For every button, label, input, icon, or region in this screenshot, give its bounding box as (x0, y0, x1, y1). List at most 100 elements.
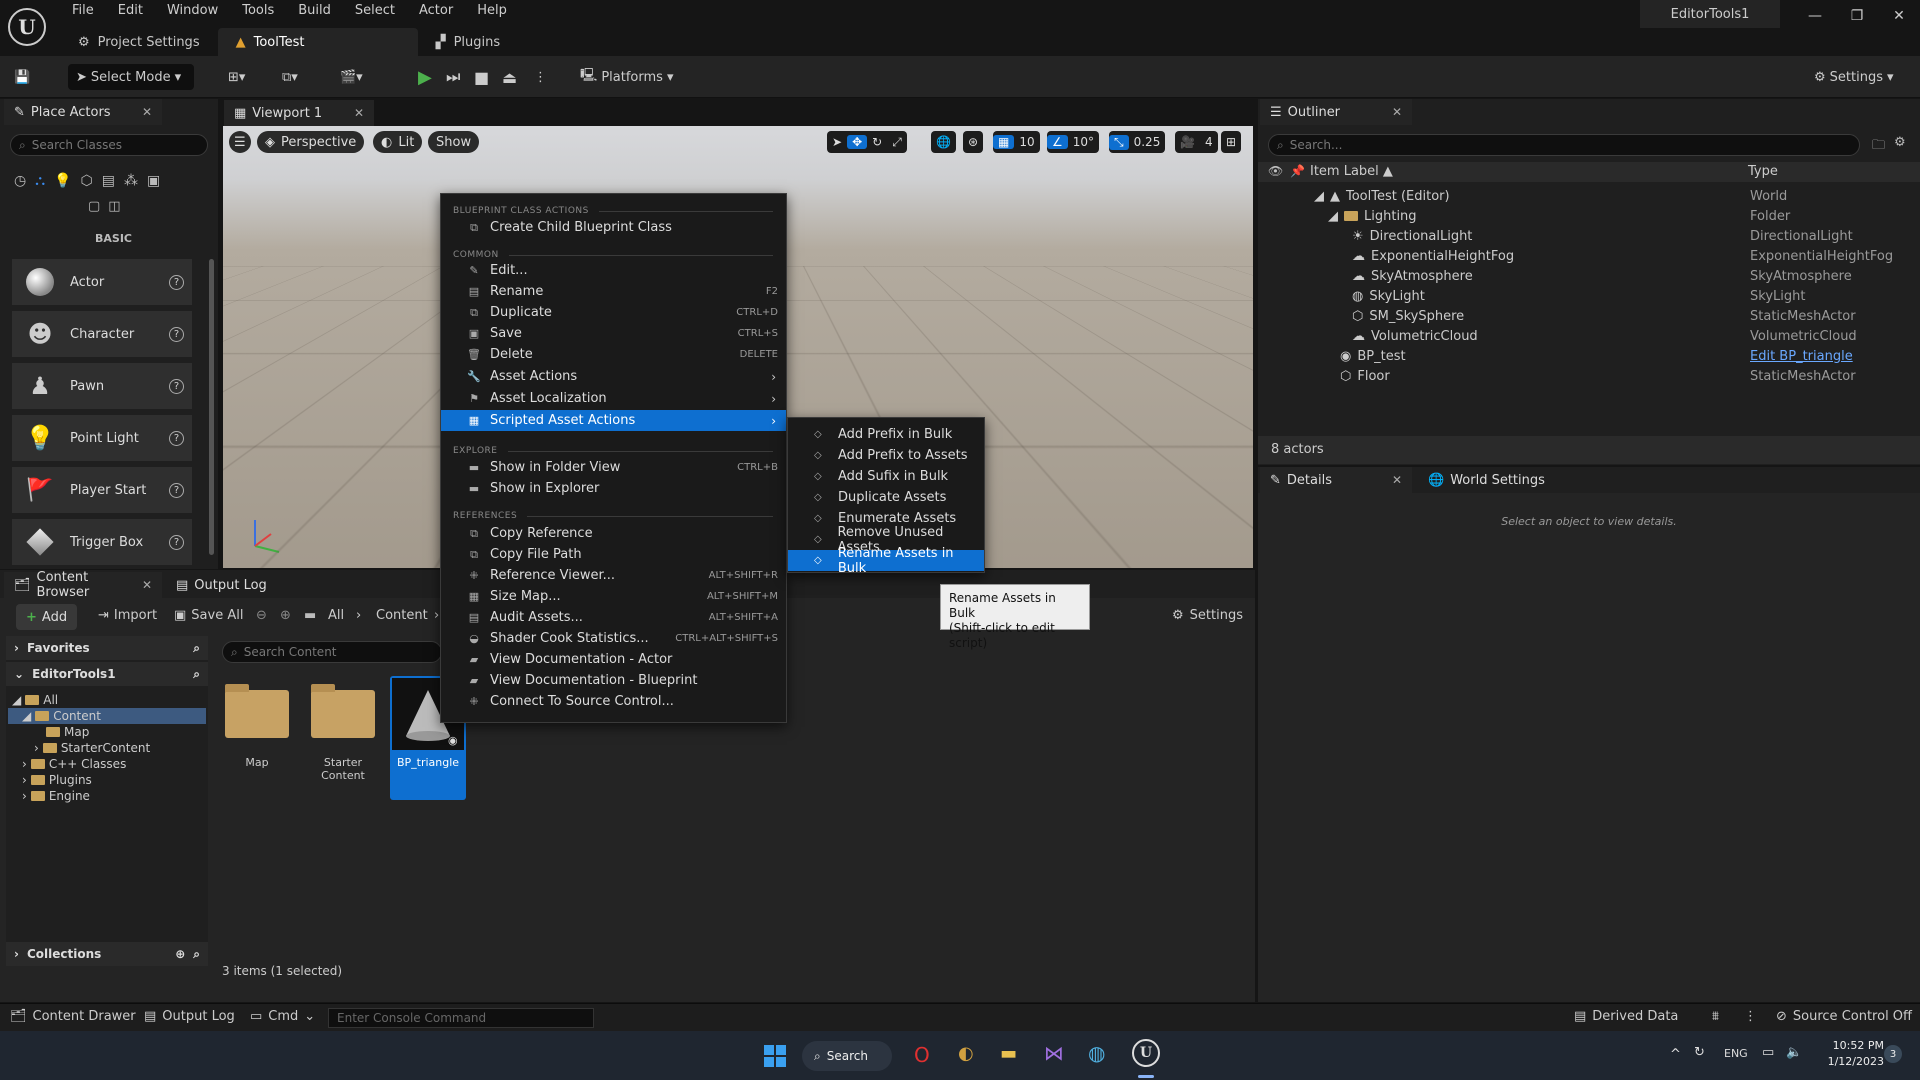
menu-file[interactable]: File (60, 0, 106, 24)
menu-build[interactable]: Build (286, 0, 343, 24)
visual-effects-icon[interactable]: ▤ (102, 173, 115, 189)
menu-item-show-in-folder-view[interactable]: ▬ Show in Folder View CTRL+B (441, 457, 786, 478)
gear-icon[interactable]: ⚙ (1894, 135, 1906, 150)
tab-content-browser[interactable]: 🗂 Content Browser ✕ (4, 570, 162, 600)
tree-map[interactable]: Map (46, 724, 89, 740)
close-icon[interactable]: ✕ (142, 105, 152, 119)
coordinate-space-icon[interactable]: 🌐 (931, 131, 956, 153)
menu-item-create-child-blueprint[interactable]: ⧉ Create Child Blueprint Class (441, 217, 786, 238)
add-folder-icon[interactable]: 🗀 (1872, 136, 1885, 158)
menu-tools[interactable]: Tools (230, 0, 286, 24)
search-classes-input[interactable]: ⌕ Search Classes (10, 134, 208, 156)
save-all-button[interactable]: ▣ Save All (174, 608, 243, 623)
breadcrumb-all[interactable]: All (328, 608, 344, 623)
platforms-dropdown[interactable]: 🖳 Platforms ▾ (580, 64, 673, 90)
submenu-add-prefix-in-bulk[interactable]: ◇ Add Prefix in Bulk (788, 424, 984, 445)
tab-plugins[interactable]: ▞ Plugins (418, 28, 519, 56)
revision-control-icon[interactable]: ⩩ (1712, 1009, 1719, 1024)
search-content-input[interactable]: ⌕ Search Content (222, 641, 442, 663)
menu-item-audit-assets[interactable]: ▤ Audit Assets... ALT+SHIFT+A (441, 607, 786, 628)
actor-item-player-start[interactable]: 🚩 Player Start ? (12, 467, 192, 513)
eject-icon[interactable]: ⏏ (502, 64, 517, 90)
forward-icon[interactable]: ⊕ (280, 608, 291, 623)
select-mode-dropdown[interactable]: ➤ Select Mode ▾ (68, 64, 194, 90)
menu-item-shader-cook-statistics[interactable]: ◒ Shader Cook Statistics... CTRL+ALT+SHIFT… (441, 628, 786, 649)
breadcrumb-content[interactable]: Content (376, 608, 428, 623)
grid-snap[interactable]: ▦ 10 (993, 131, 1040, 153)
tab-details[interactable]: ✎ Details ✕ (1260, 467, 1412, 493)
more-options-icon[interactable]: ⋮ (534, 64, 547, 90)
add-button[interactable]: + Add (16, 604, 78, 630)
blueprint-icon[interactable]: ⧉▾ (282, 64, 298, 90)
taskbar-search-button[interactable]: ⌕ Search (802, 1041, 892, 1071)
outliner-row[interactable]: ⬡ Floor StaticMeshActor (1260, 366, 1915, 386)
content-drawer-button[interactable]: 🗂 Content Drawer (10, 1009, 136, 1024)
eye-icon[interactable]: 👁 (1268, 164, 1283, 178)
menu-item-scripted-asset-actions[interactable]: ▦ Scripted Asset Actions › (441, 410, 786, 431)
app-icon[interactable]: ◐ (958, 1043, 974, 1064)
tree-engine[interactable]: › Engine (22, 788, 90, 804)
actor-item-character[interactable]: ☻ Character ? (12, 311, 192, 357)
show-button[interactable]: Show (428, 131, 480, 153)
help-icon[interactable]: ? (169, 274, 184, 290)
menu-item-copy-reference[interactable]: ⧉ Copy Reference (441, 523, 786, 544)
outliner-row[interactable]: ⬡ SM_SkySphere StaticMeshActor (1260, 306, 1915, 326)
outliner-row[interactable]: ◍ SkyLight SkyLight (1260, 286, 1915, 306)
outliner-row[interactable]: ☁ ExponentialHeightFog ExponentialHeightFo… (1260, 246, 1915, 266)
submenu-add-prefix-to-assets[interactable]: ◇ Add Prefix to Assets (788, 445, 984, 466)
cmd-dropdown[interactable]: ▭ Cmd ⌄ (250, 1009, 315, 1024)
column-type[interactable]: Type (1748, 164, 1778, 179)
menu-item-show-in-explorer[interactable]: ▬ Show in Explorer (441, 478, 786, 499)
rotate-icon[interactable]: ↻ (867, 135, 887, 149)
output-log-button[interactable]: ▤ Output Log (144, 1009, 235, 1024)
column-item-label[interactable]: Item Label ▲ (1310, 164, 1393, 179)
menu-item-view-documentation-actor[interactable]: ▰ View Documentation - Actor (441, 649, 786, 670)
console-command-input[interactable]: Enter Console Command (328, 1008, 594, 1028)
help-icon[interactable]: ? (169, 430, 184, 446)
more-options-icon[interactable]: ⋮ (1744, 1009, 1757, 1024)
menu-item-size-map[interactable]: ▦ Size Map... ALT+SHIFT+M (441, 586, 786, 607)
outliner-row[interactable]: ☁ SkyAtmosphere SkyAtmosphere (1260, 266, 1915, 286)
scale-snap[interactable]: ⤡ 0.25 (1109, 131, 1166, 153)
folder-icon[interactable] (311, 684, 375, 738)
folder-icon[interactable] (225, 684, 289, 738)
help-icon[interactable]: ? (169, 482, 184, 498)
close-icon[interactable]: ✕ (1392, 473, 1402, 487)
close-icon[interactable]: ✕ (142, 578, 152, 592)
maximize-viewport-icon[interactable]: ⊞ (1221, 131, 1242, 153)
favorites-header[interactable]: › Favorites ⌕ (6, 636, 208, 660)
collections-header[interactable]: › Collections ⊕ ⌕ (6, 942, 208, 966)
close-icon[interactable]: ✕ (1392, 105, 1402, 119)
content-settings-button[interactable]: ⚙ Settings (1172, 608, 1243, 623)
tree-starter-content[interactable]: › StarterContent (34, 740, 150, 756)
tree-plugins[interactable]: › Plugins (22, 772, 92, 788)
expand-arrow-icon[interactable]: ◢ (1314, 189, 1324, 204)
menu-item-view-documentation-blueprint[interactable]: ▰ View Documentation - Blueprint (441, 670, 786, 691)
outliner-row[interactable]: ◢ ▲ ToolTest (Editor) World (1260, 186, 1915, 206)
back-icon[interactable]: ⊖ (256, 608, 267, 623)
file-explorer-icon[interactable]: ▬ (1000, 1043, 1017, 1064)
opera-icon[interactable]: O (914, 1043, 930, 1067)
scale-icon[interactable]: ⤢ (887, 135, 907, 150)
menu-select[interactable]: Select (343, 0, 407, 24)
search-icon[interactable]: ⌕ (193, 641, 200, 656)
actor-item-actor[interactable]: Actor ? (12, 259, 192, 305)
menu-item-asset-actions[interactable]: 🔧 Asset Actions › (441, 366, 786, 387)
derived-data-button[interactable]: ▤ Derived Data (1574, 1009, 1678, 1024)
menu-help[interactable]: Help (465, 0, 519, 24)
menu-item-reference-viewer[interactable]: ⁜ Reference Viewer... ALT+SHIFT+R (441, 565, 786, 586)
menu-item-delete[interactable]: 🗑 Delete DELETE (441, 344, 786, 365)
sync-icon[interactable]: ↻ (1694, 1045, 1705, 1060)
perspective-button[interactable]: ◈ Perspective (257, 131, 365, 153)
tab-output-log[interactable]: ▤ Output Log (166, 572, 277, 598)
expand-arrow-icon[interactable]: ◢ (1328, 209, 1338, 224)
tab-project-settings[interactable]: ⚙ Project Settings (60, 28, 218, 56)
menu-item-connect-source-control[interactable]: ⁜ Connect To Source Control... (441, 691, 786, 712)
submenu-rename-assets-in-bulk[interactable]: ◇ Rename Assets in Bulk (788, 546, 984, 576)
scrollbar[interactable] (209, 259, 214, 555)
search-icon[interactable]: ⌕ (193, 947, 200, 962)
tree-cpp-classes[interactable]: › C++ Classes (22, 756, 126, 772)
unreal-engine-icon[interactable]: U (1132, 1039, 1160, 1067)
import-button[interactable]: ⇥ Import (98, 608, 157, 623)
minimize-icon[interactable]: — (1794, 0, 1836, 32)
